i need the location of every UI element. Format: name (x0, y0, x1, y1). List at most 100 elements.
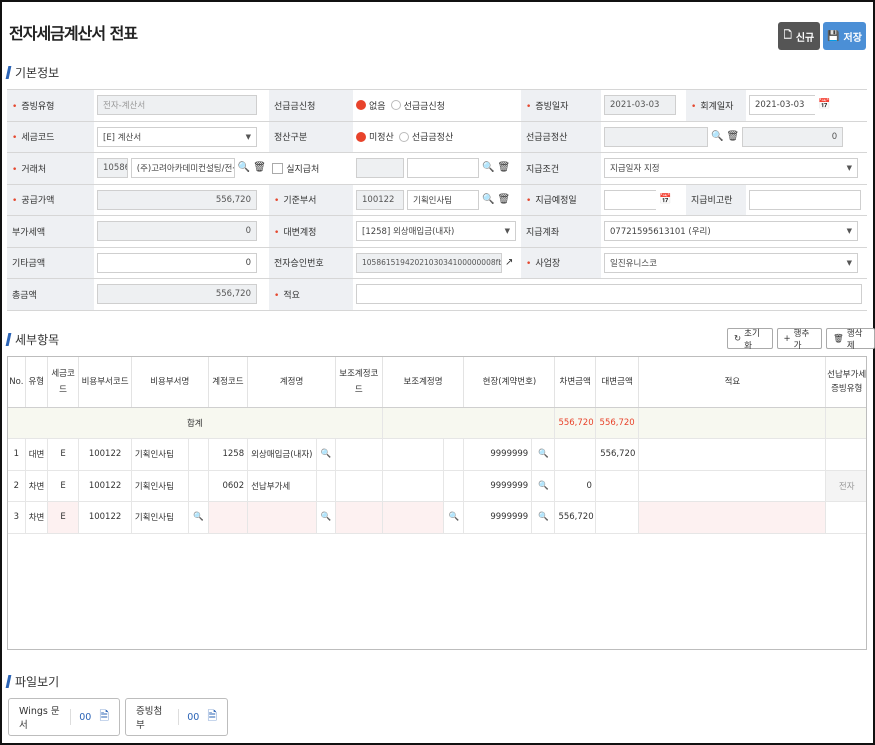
row-evidence[interactable]: 전자 (825, 470, 866, 502)
section-basic: 기본정보 (5, 64, 59, 81)
row-tax[interactable]: E (47, 501, 80, 534)
save-icon: 💾 (827, 30, 840, 42)
radio-prepay-settle[interactable] (398, 131, 409, 142)
search-icon[interactable]: 🔍 (188, 501, 209, 534)
tax-code-value: [E] 계산서 (103, 132, 142, 143)
row-debit (554, 438, 596, 471)
evidence-type-field[interactable]: 전자-계산서 (97, 95, 257, 116)
save-button[interactable]: 💾 저장 (823, 22, 866, 50)
evidence-attach-box[interactable]: 증빙첨부 00 🗎 (125, 698, 228, 736)
new-button[interactable]: 🗋 신규 (778, 22, 820, 50)
pay-account-select[interactable]: 07721595613101 (우리) ▼ (604, 221, 858, 242)
pay-due-date-field[interactable] (604, 189, 656, 210)
search-icon[interactable]: 🔍 (482, 163, 494, 173)
search-icon[interactable]: 🔍 (482, 194, 494, 205)
external-link-icon[interactable]: ↗ (505, 257, 513, 268)
actual-payee-name[interactable] (407, 158, 479, 179)
base-dept-code[interactable]: 100122 (356, 189, 404, 210)
wings-doc-count: 00 (79, 711, 92, 723)
account-date-field[interactable]: 2021-03-03 (749, 95, 815, 116)
search-icon[interactable]: 🔍 (531, 438, 556, 471)
chevron-down-icon: ▼ (846, 258, 852, 267)
evidence-attach-count: 00 (187, 711, 200, 723)
business-site-select[interactable]: 일진유니스코 ▼ (604, 252, 858, 273)
row-remarks[interactable] (638, 501, 827, 534)
search-icon[interactable]: 🔍 (316, 501, 337, 534)
row-type: 대변 (25, 438, 48, 471)
vendor-name-field[interactable]: (주)고려아카데미컨설팅/전성수 (130, 158, 235, 179)
chevron-down-icon: ▼ (846, 164, 852, 173)
trash-icon[interactable]: 🗑 (497, 163, 510, 173)
pay-condition-select[interactable]: 지급일자 지정 ▼ (604, 158, 858, 179)
search-icon[interactable]: 🔍 (711, 131, 723, 142)
wings-doc-box[interactable]: Wings 문서 00 🗎 (8, 698, 120, 736)
row-type: 차변 (25, 470, 48, 502)
search-icon[interactable]: 🔍 (238, 163, 250, 173)
reset-button[interactable]: ↻ 초기화 (727, 328, 773, 351)
vat-field: 0 (97, 221, 257, 242)
search-icon[interactable]: 🔍 (443, 501, 465, 534)
table-row[interactable]: 2 차변 E 100122 기획인사팀 0602 선납부가세 9999999 🔍… (8, 470, 866, 502)
col-remarks: 적요 (638, 357, 827, 408)
row-dept-code: 100122 (78, 438, 132, 471)
tax-code-select[interactable]: [E] 계산서 ▼ (97, 126, 257, 147)
trash-icon[interactable]: 🗑 (726, 131, 739, 142)
row-acct-code[interactable] (208, 501, 249, 534)
page-title: 전자세금계산서 전표 (9, 24, 138, 43)
row-debit: 556,720 (554, 501, 596, 534)
row-credit: 556,720 (595, 438, 640, 471)
section-detail: 세부항목 (5, 331, 60, 348)
search-icon[interactable]: 🔍 (316, 438, 337, 471)
total-credit: 556,720 (595, 407, 640, 439)
document-icon[interactable]: 🗎 (207, 707, 217, 728)
row-sub-acct-code[interactable] (335, 501, 383, 534)
table-row[interactable]: 3 차변 E 100122 기획인사팀 🔍 🔍 🔍 9999999 🔍 556,… (8, 501, 866, 534)
base-dept-name[interactable]: 기획인사팀 (407, 189, 479, 210)
row-dept-name: 기획인사팀 (131, 470, 190, 502)
row-sub-acct-search (443, 470, 465, 502)
radio-unsettled-label: 미정산 (369, 133, 394, 144)
remarks-field[interactable] (356, 284, 862, 305)
row-remarks[interactable] (638, 470, 827, 502)
trash-icon[interactable]: 🗑 (253, 163, 266, 173)
remarks-label: 적요 (269, 278, 353, 311)
prepay-settle-field[interactable] (604, 126, 708, 147)
table-row[interactable]: 1 대변 E 100122 기획인사팀 1258 외상매입금(내자) 🔍 999… (8, 438, 866, 471)
add-row-button-label: 행추가 (793, 328, 810, 351)
radio-prepay-none[interactable] (356, 100, 366, 111)
col-credit: 대변금액 (595, 357, 640, 408)
row-sub-acct-name[interactable] (382, 501, 445, 534)
approval-no-label: 전자승인번호 (269, 246, 353, 279)
radio-prepay-request[interactable] (390, 100, 401, 111)
other-amount-field[interactable]: 0 (97, 252, 257, 273)
row-acct-name[interactable] (247, 501, 317, 534)
section-detail-title: 세부항목 (15, 333, 60, 347)
row-no: 1 (8, 438, 26, 471)
col-sub-acct-name: 보조계정명 (382, 357, 465, 408)
trash-icon[interactable]: 🗑 (497, 194, 510, 205)
search-icon[interactable]: 🔍 (531, 470, 556, 502)
evidence-date-label: 증빙일자 (521, 89, 601, 122)
document-icon[interactable]: 🗎 (99, 707, 109, 728)
credit-account-select[interactable]: [1258] 외상매입금(내자) ▼ (356, 221, 516, 242)
row-remarks[interactable] (638, 438, 827, 471)
evidence-attach-label: 증빙첨부 (136, 706, 163, 731)
row-sub-acct-code (335, 438, 383, 471)
new-button-label: 신규 (795, 32, 815, 44)
search-icon[interactable]: 🔍 (531, 501, 556, 534)
row-acct-code: 0602 (208, 470, 249, 502)
radio-unsettled[interactable] (356, 131, 366, 142)
calendar-icon[interactable]: 📅 (659, 194, 671, 205)
col-no: No. (8, 357, 26, 408)
evidence-date-field[interactable]: 2021-03-03 (604, 95, 676, 116)
add-row-button[interactable]: + 행추가 (776, 328, 823, 351)
calendar-icon[interactable]: 📅 (818, 100, 830, 110)
actual-payee-code[interactable] (356, 158, 404, 179)
base-dept-label: 기준부서 (269, 183, 353, 216)
delete-row-button[interactable]: 🗑 행삭제 (826, 328, 875, 351)
vendor-code-field[interactable]: 105861 (97, 158, 128, 179)
actual-payee-checkbox[interactable] (272, 163, 283, 175)
pay-note-field[interactable] (749, 189, 861, 210)
row-site: 9999999 (463, 470, 533, 502)
trash-icon: 🗑 (833, 333, 844, 344)
